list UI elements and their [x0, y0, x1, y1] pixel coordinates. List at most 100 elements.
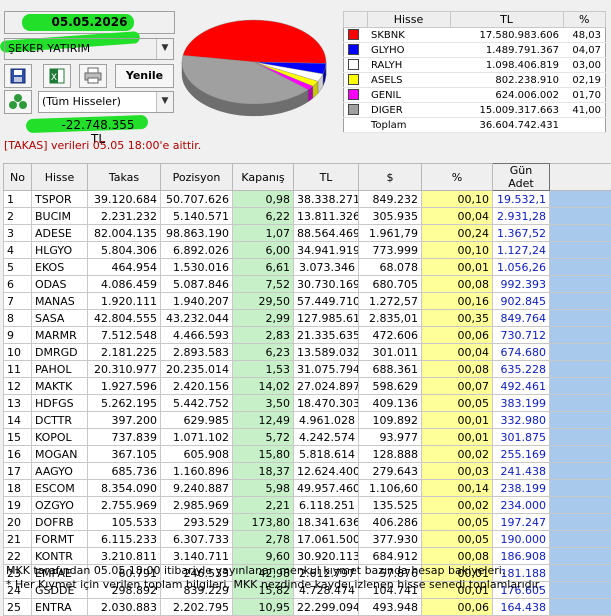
cell--: 00,24	[422, 225, 493, 242]
cell-kapan-: 18,37	[233, 463, 294, 480]
legend-row: SKBNK17.580.983.60648,03	[344, 28, 606, 43]
column-header-extra	[550, 164, 611, 191]
cell-pozisyon: 4.466.593	[161, 327, 233, 344]
table-row[interactable]: 20DOFRB105.533293.529173,8018.341.636406…	[4, 514, 611, 531]
row-side-cell	[550, 463, 611, 480]
cell-hisse: DMRGD	[32, 344, 88, 361]
table-row[interactable]: 16MOGAN367.105605.90815,805.818.614128.8…	[4, 446, 611, 463]
excel-export-button[interactable]: X	[43, 64, 71, 88]
table-row[interactable]: 8SASA42.804.55543.232.0442,99127.985.612…	[4, 310, 611, 327]
cell-g-n-adet: 332.980	[493, 412, 550, 429]
table-row[interactable]: 9MARMR7.512.5484.466.5932,8321.335.63547…	[4, 327, 611, 344]
table-row[interactable]: 1TSPOR39.120.68450.707.6260,9838.338.271…	[4, 191, 611, 208]
table-row[interactable]: 18ESCOM8.354.0909.240.8875,9849.957.4601…	[4, 480, 611, 497]
column-header-7[interactable]: %	[422, 164, 493, 191]
row-side-cell	[550, 293, 611, 310]
column-header-4[interactable]: Kapanış	[233, 164, 294, 191]
group-button[interactable]	[4, 90, 32, 114]
cell-hisse: SASA	[32, 310, 88, 327]
table-row[interactable]: 4HLGYO5.804.3066.892.0266,0034.941.91977…	[4, 242, 611, 259]
column-header-0[interactable]: No	[4, 164, 32, 191]
cell--: 00,05	[422, 514, 493, 531]
cell-tl: 12.624.400	[294, 463, 359, 480]
legend-swatch	[348, 89, 359, 100]
row-side-cell	[550, 514, 611, 531]
table-row[interactable]: 7MANAS1.920.1111.940.20729,5057.449.7101…	[4, 293, 611, 310]
row-side-cell	[550, 225, 611, 242]
cell-hisse: MANAS	[32, 293, 88, 310]
cell--: 00,06	[422, 599, 493, 616]
cell-tl: 127.985.61	[294, 310, 359, 327]
table-row[interactable]: 11PAHOL20.310.97720.235.0141,5331.075.79…	[4, 361, 611, 378]
table-row[interactable]: 17AAGYO685.7361.160.89618,3712.624.40027…	[4, 463, 611, 480]
table-row[interactable]: 6ODAS4.086.4595.087.8467,5230.730.169680…	[4, 276, 611, 293]
account-select[interactable]: ŞEKER YATIRIM ▼	[4, 38, 174, 60]
chevron-down-icon[interactable]: ▼	[156, 92, 173, 112]
cell-tl: 13.589.032	[294, 344, 359, 361]
legend-header-color	[344, 12, 368, 28]
row-side-cell	[550, 191, 611, 208]
cell-no: 15	[4, 429, 32, 446]
cell-g-n-adet: 197.247	[493, 514, 550, 531]
cell--: 00,02	[422, 497, 493, 514]
table-row[interactable]: 10DMRGD2.181.2252.893.5836,2313.589.0323…	[4, 344, 611, 361]
save-button[interactable]	[4, 64, 32, 88]
cell-no: 3	[4, 225, 32, 242]
column-header-3[interactable]: Pozisyon	[161, 164, 233, 191]
cell--: 406.286	[359, 514, 422, 531]
legend-stock-name: DIGER	[367, 103, 450, 118]
cell--: 377.930	[359, 531, 422, 548]
cell-kapan-: 173,80	[233, 514, 294, 531]
column-header-5[interactable]: TL	[294, 164, 359, 191]
stock-filter-select[interactable]: (Tüm Hisseler) ▼	[38, 91, 174, 113]
date-display: 05.05.2026	[4, 11, 175, 34]
row-side-cell	[550, 412, 611, 429]
table-row[interactable]: 19OZGYO2.755.9692.985.9692,216.118.25113…	[4, 497, 611, 514]
column-header-2[interactable]: Takas	[88, 164, 161, 191]
cell-pozisyon: 293.529	[161, 514, 233, 531]
print-button[interactable]	[79, 64, 107, 88]
column-header-1[interactable]: Hisse	[32, 164, 88, 191]
refresh-button[interactable]: Yenile	[115, 64, 174, 88]
cell-hisse: TSPOR	[32, 191, 88, 208]
cell-hisse: KOPOL	[32, 429, 88, 446]
column-header-8[interactable]: Gün Adet	[493, 164, 550, 191]
cell--: 279.643	[359, 463, 422, 480]
table-row[interactable]: 3ADESE82.004.13598.863.1901,0788.564.469…	[4, 225, 611, 242]
table-row[interactable]: 5EKOS464.9541.530.0166,613.073.34668.078…	[4, 259, 611, 276]
cell-hisse: HLGYO	[32, 242, 88, 259]
legend-header-pct: %	[563, 12, 606, 28]
table-row[interactable]: 13HDFGS5.262.1955.442.7523,5018.470.3034…	[4, 395, 611, 412]
cell-kapan-: 0,98	[233, 191, 294, 208]
cell-no: 19	[4, 497, 32, 514]
table-row[interactable]: 22KONTR3.210.8113.140.7119,6030.920.1136…	[4, 548, 611, 565]
cell-pozisyon: 2.202.795	[161, 599, 233, 616]
cell-no: 22	[4, 548, 32, 565]
cell-tl: 21.335.635	[294, 327, 359, 344]
table-row[interactable]: 12MAKTK1.927.5962.420.15614,0227.024.897…	[4, 378, 611, 395]
table-row[interactable]: 14DCTTR397.200629.98512,494.961.028109.8…	[4, 412, 611, 429]
cell-kapan-: 2,21	[233, 497, 294, 514]
cell-kapan-: 10,95	[233, 599, 294, 616]
cell--: 680.705	[359, 276, 422, 293]
table-row[interactable]: 21FORMT6.115.2336.307.7332,7817.061.5003…	[4, 531, 611, 548]
legend-header-hisse: Hisse	[367, 12, 450, 28]
cell-g-n-adet: 674.680	[493, 344, 550, 361]
chevron-down-icon[interactable]: ▼	[156, 39, 173, 59]
table-row[interactable]: 15KOPOL737.8391.071.1025,724.242.57493.9…	[4, 429, 611, 446]
legend-table: Hisse TL % SKBNK17.580.983.60648,03GLYHO…	[343, 11, 606, 133]
cell-no: 10	[4, 344, 32, 361]
legend-swatch	[348, 74, 359, 85]
cell-tl: 4.242.574	[294, 429, 359, 446]
cell-g-n-adet: 190.000	[493, 531, 550, 548]
cell-pozisyon: 6.892.026	[161, 242, 233, 259]
cell-pozisyon: 1.940.207	[161, 293, 233, 310]
cell-takas: 20.310.977	[88, 361, 161, 378]
cell-no: 21	[4, 531, 32, 548]
table-row[interactable]: 2BUCIM2.231.2325.140.5716,2213.811.32630…	[4, 208, 611, 225]
table-row[interactable]: 25ENTRA2.030.8832.202.79510,9522.299.094…	[4, 599, 611, 616]
cell--: 598.629	[359, 378, 422, 395]
column-header-6[interactable]: $	[359, 164, 422, 191]
legend-swatch	[348, 44, 359, 55]
cell-takas: 737.839	[88, 429, 161, 446]
